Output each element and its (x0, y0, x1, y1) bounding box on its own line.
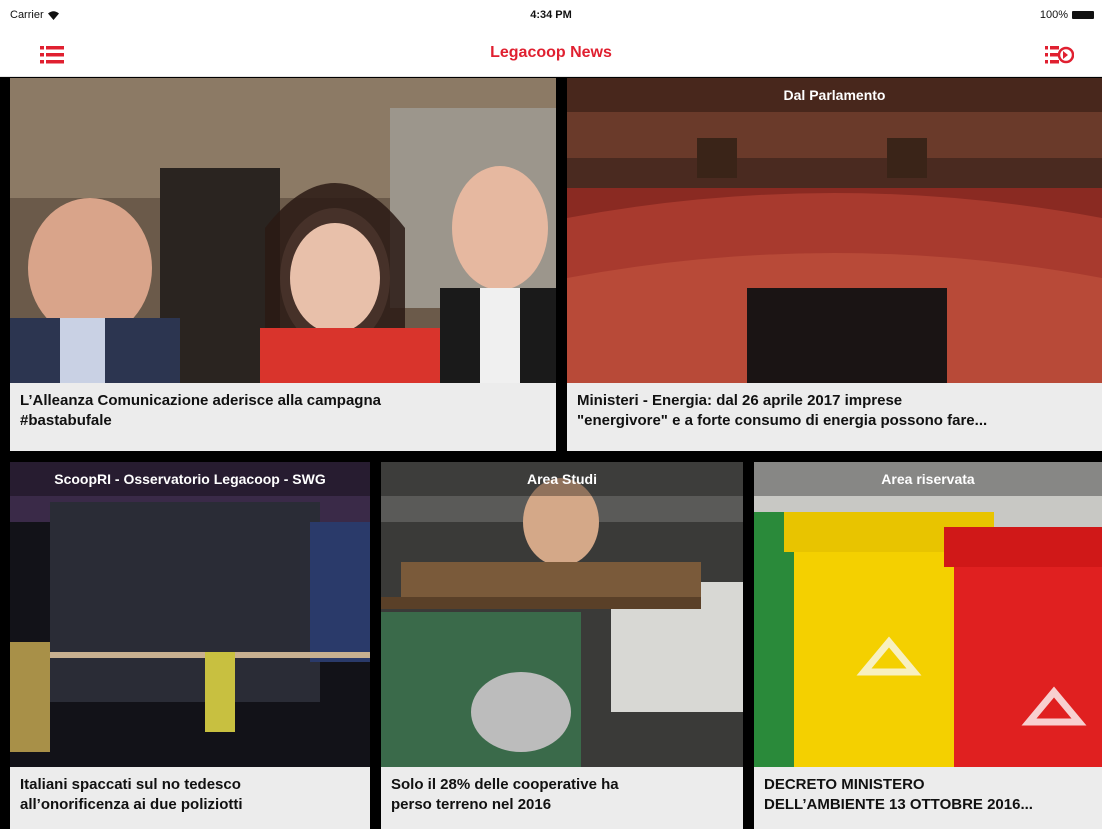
article-title-line: "energivore" e a forte consumo di energi… (577, 412, 988, 429)
category-label: ScoopRI - Osservatorio Legacoop - SWG (10, 462, 370, 496)
logout-button[interactable] (1044, 40, 1075, 70)
battery-icon (1072, 11, 1094, 19)
logout-icon (1045, 46, 1075, 64)
article-tile[interactable]: L’Alleanza Comunicazione aderisce alla c… (10, 78, 556, 451)
article-title-line: L’Alleanza Comunicazione aderisce alla c… (20, 392, 381, 409)
category-label: Dal Parlamento (567, 78, 1102, 112)
article-caption: Italiani spaccati sul no tedesco all’ono… (10, 767, 370, 829)
article-caption: DECRETO MINISTERO DELL’AMBIENTE 13 OTTOB… (754, 767, 1102, 829)
article-title-line: perso terreno nel 2016 (391, 796, 552, 813)
article-title-line: Solo il 28% delle cooperative ha (391, 776, 619, 793)
article-title-line: DELL’AMBIENTE 13 OTTOBRE 2016... (764, 796, 1033, 813)
category-label: Area Studi (381, 462, 743, 496)
article-title-line: Ministeri - Energia: dal 26 aprile 2017 … (577, 392, 903, 409)
article-caption: L’Alleanza Comunicazione aderisce alla c… (10, 383, 556, 451)
category-label: Area riservata (754, 462, 1102, 496)
article-title-line: DECRETO MINISTERO (764, 776, 925, 793)
article-tile[interactable]: Dal Parlamento Ministeri - Energia: dal … (567, 78, 1102, 451)
article-title-line: all’onorificenza ai due poliziotti (20, 796, 243, 813)
battery-indicator: 100% (1040, 9, 1094, 21)
article-photo (381, 462, 743, 767)
article-photo (10, 462, 370, 767)
page-title: Legacoop News (490, 44, 612, 61)
article-tile[interactable]: Area riservata DECRETO MINISTERO DELL’AM… (754, 462, 1102, 829)
article-title-line: #bastabufale (20, 412, 112, 429)
article-photo (10, 78, 556, 383)
nav-bar: Legacoop News (0, 34, 1102, 77)
article-photo (754, 462, 1102, 767)
clock: 4:34 PM (530, 9, 572, 21)
article-tile[interactable]: Area Studi Solo il 28% delle cooperative… (381, 462, 743, 829)
battery-percent: 100% (1039, 9, 1068, 21)
article-caption: Ministeri - Energia: dal 26 aprile 2017 … (567, 383, 1102, 451)
article-photo (567, 78, 1102, 383)
article-title-line: Italiani spaccati sul no tedesco (20, 776, 241, 793)
article-tile[interactable]: ScoopRI - Osservatorio Legacoop - SWG It… (10, 462, 370, 829)
status-bar: Carrier 4:34 PM 100% (0, 0, 1102, 34)
article-caption: Solo il 28% delle cooperative ha perso t… (381, 767, 743, 829)
